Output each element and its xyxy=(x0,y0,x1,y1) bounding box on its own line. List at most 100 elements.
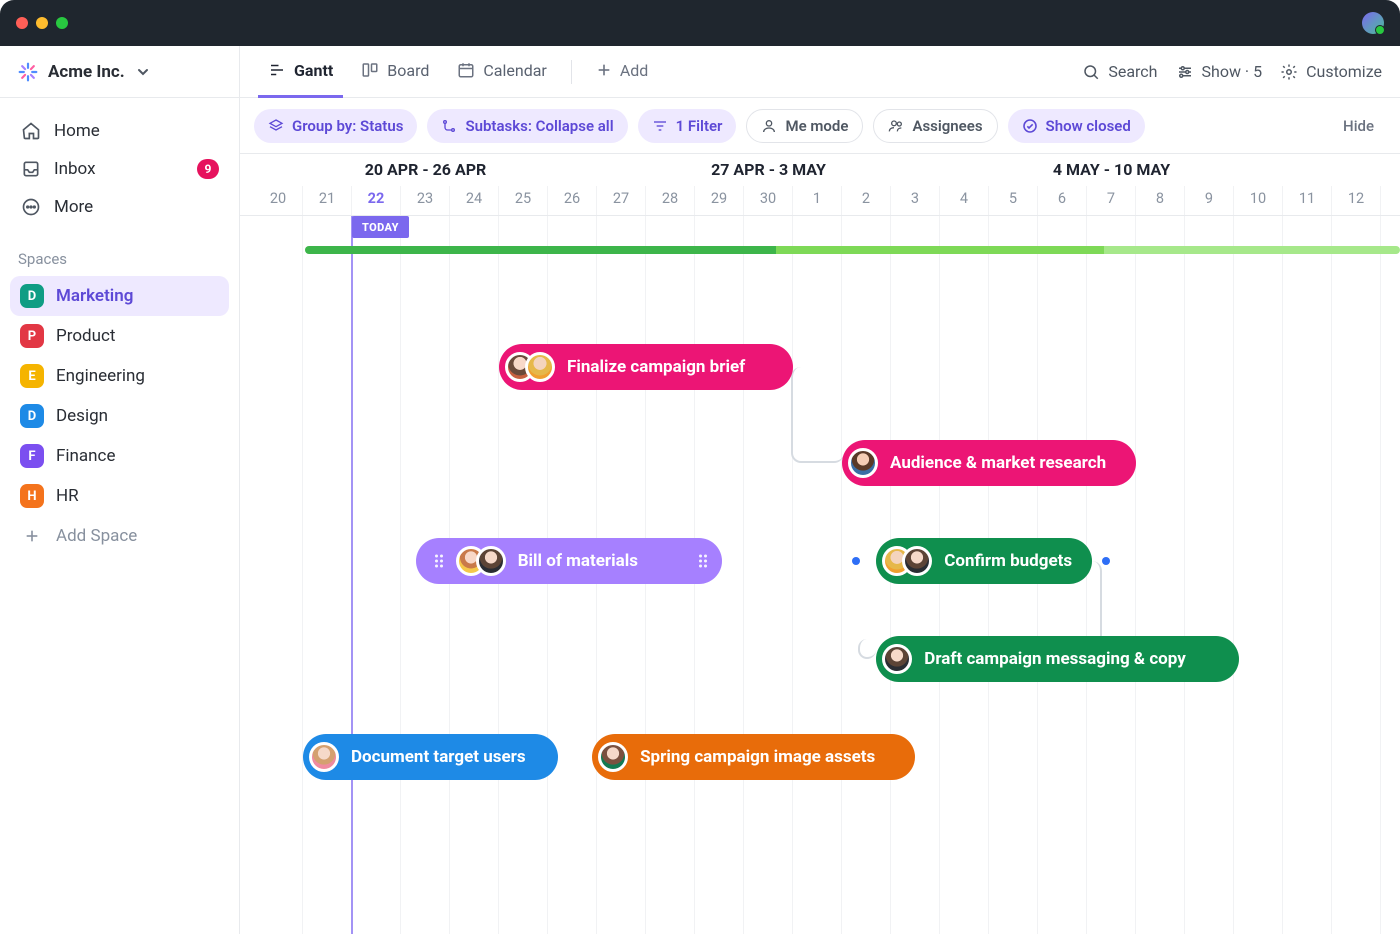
space-label: Finance xyxy=(56,446,115,466)
task-label: Bill of materials xyxy=(518,551,638,571)
view-tab-calendar[interactable]: Calendar xyxy=(447,46,556,98)
group-by-pill[interactable]: Group by: Status xyxy=(254,109,417,143)
view-tab-board[interactable]: Board xyxy=(351,46,439,98)
avatar[interactable] xyxy=(525,352,555,382)
action-label: Search xyxy=(1108,62,1157,81)
nav-inbox[interactable]: Inbox 9 xyxy=(10,150,229,188)
task-assignees[interactable] xyxy=(882,644,912,674)
add-space-label: Add Space xyxy=(56,526,137,546)
day-header[interactable]: 6 xyxy=(1038,186,1087,215)
day-header[interactable]: 29 xyxy=(695,186,744,215)
drag-handle-icon[interactable] xyxy=(434,553,444,569)
nav-label: Inbox xyxy=(54,159,96,179)
gantt-chart[interactable]: 20 APR - 26 APR27 APR - 3 MAY4 MAY - 10 … xyxy=(240,154,1400,934)
pill-label: Assignees xyxy=(912,117,982,135)
task-bar-bill[interactable]: Bill of materials xyxy=(416,538,722,584)
day-header[interactable]: 30 xyxy=(744,186,793,215)
task-bar-spring[interactable]: Spring campaign image assets xyxy=(592,734,915,780)
day-header[interactable]: 25 xyxy=(499,186,548,215)
day-header[interactable]: 7 xyxy=(1087,186,1136,215)
workspace-logo-icon xyxy=(18,62,38,82)
day-header[interactable]: 24 xyxy=(450,186,499,215)
spaces-header: Spaces xyxy=(0,232,239,276)
task-assignees[interactable] xyxy=(309,742,339,772)
day-header[interactable]: 9 xyxy=(1185,186,1234,215)
task-label: Confirm budgets xyxy=(944,551,1072,571)
day-header[interactable]: 22 xyxy=(352,186,401,215)
search-action[interactable]: Search xyxy=(1082,62,1157,81)
day-header[interactable]: 1 xyxy=(793,186,842,215)
dependency-dot-icon[interactable] xyxy=(1102,557,1110,565)
day-header[interactable]: 28 xyxy=(646,186,695,215)
day-header[interactable]: 26 xyxy=(548,186,597,215)
nav-home[interactable]: Home xyxy=(10,112,229,150)
calendar-icon xyxy=(457,61,475,79)
assignees-pill[interactable]: Assignees xyxy=(873,109,997,143)
day-header[interactable]: 10 xyxy=(1234,186,1283,215)
filter-pill[interactable]: 1 Filter xyxy=(638,109,737,143)
space-icon: D xyxy=(20,404,44,428)
view-label: Add xyxy=(620,61,648,80)
today-line xyxy=(351,216,353,934)
space-item-finance[interactable]: FFinance xyxy=(10,436,229,476)
avatar[interactable] xyxy=(476,546,506,576)
day-header[interactable]: 27 xyxy=(597,186,646,215)
view-tab-add[interactable]: Add xyxy=(586,46,658,98)
me-mode-pill[interactable]: Me mode xyxy=(746,109,863,143)
current-user-avatar[interactable] xyxy=(1362,12,1384,34)
week-header: 4 MAY - 10 MAY xyxy=(940,154,1283,186)
week-header: 27 APR - 3 MAY xyxy=(597,154,940,186)
task-bar-finalize[interactable]: Finalize campaign brief xyxy=(499,344,793,390)
window-minimize-icon[interactable] xyxy=(36,17,48,29)
show-closed-pill[interactable]: Show closed xyxy=(1008,109,1145,143)
task-bar-confirm[interactable]: Confirm budgets xyxy=(876,538,1092,584)
day-header[interactable]: 11 xyxy=(1283,186,1332,215)
task-assignees[interactable] xyxy=(882,546,932,576)
day-header[interactable]: 3 xyxy=(891,186,940,215)
task-assignees[interactable] xyxy=(505,352,555,382)
sidebar: Acme Inc. Home Inbox 9 More Spaces DMark… xyxy=(0,46,240,934)
task-assignees[interactable] xyxy=(456,546,506,576)
window-maximize-icon[interactable] xyxy=(56,17,68,29)
day-header[interactable]: 4 xyxy=(940,186,989,215)
day-header[interactable]: 23 xyxy=(401,186,450,215)
view-label: Board xyxy=(387,61,429,80)
space-icon: H xyxy=(20,484,44,508)
task-bar-document[interactable]: Document target users xyxy=(303,734,558,780)
day-header[interactable]: 2 xyxy=(842,186,891,215)
task-assignees[interactable] xyxy=(598,742,628,772)
hide-toolbar-link[interactable]: Hide xyxy=(1343,117,1374,135)
day-header[interactable]: 12 xyxy=(1332,186,1381,215)
show-action[interactable]: Show · 5 xyxy=(1176,62,1263,81)
drag-handle-icon[interactable] xyxy=(698,553,708,569)
day-header[interactable]: 8 xyxy=(1136,186,1185,215)
customize-action[interactable]: Customize xyxy=(1280,62,1382,81)
dependency-dot-icon[interactable] xyxy=(852,557,860,565)
space-item-engineering[interactable]: EEngineering xyxy=(10,356,229,396)
task-bar-draft[interactable]: Draft campaign messaging & copy xyxy=(876,636,1239,682)
day-header[interactable]: 20 xyxy=(254,186,303,215)
day-header[interactable]: 21 xyxy=(303,186,352,215)
gear-icon xyxy=(1280,63,1298,81)
avatar[interactable] xyxy=(882,644,912,674)
avatar[interactable] xyxy=(309,742,339,772)
subtasks-pill[interactable]: Subtasks: Collapse all xyxy=(427,109,627,143)
day-header[interactable]: 5 xyxy=(989,186,1038,215)
workspace-switcher[interactable]: Acme Inc. xyxy=(0,46,239,98)
avatar[interactable] xyxy=(902,546,932,576)
inbox-icon xyxy=(20,158,42,180)
nav-more[interactable]: More xyxy=(10,188,229,226)
space-item-design[interactable]: DDesign xyxy=(10,396,229,436)
space-label: Engineering xyxy=(56,366,145,386)
view-tab-gantt[interactable]: Gantt xyxy=(258,46,343,98)
task-assignees[interactable] xyxy=(848,448,878,478)
avatar[interactable] xyxy=(848,448,878,478)
space-item-hr[interactable]: HHR xyxy=(10,476,229,516)
space-item-product[interactable]: PProduct xyxy=(10,316,229,356)
task-bar-audience[interactable]: Audience & market research xyxy=(842,440,1136,486)
avatar[interactable] xyxy=(598,742,628,772)
space-item-marketing[interactable]: DMarketing xyxy=(10,276,229,316)
window-close-icon[interactable] xyxy=(16,17,28,29)
pill-label: Show closed xyxy=(1046,117,1131,135)
add-space-button[interactable]: Add Space xyxy=(10,516,229,556)
